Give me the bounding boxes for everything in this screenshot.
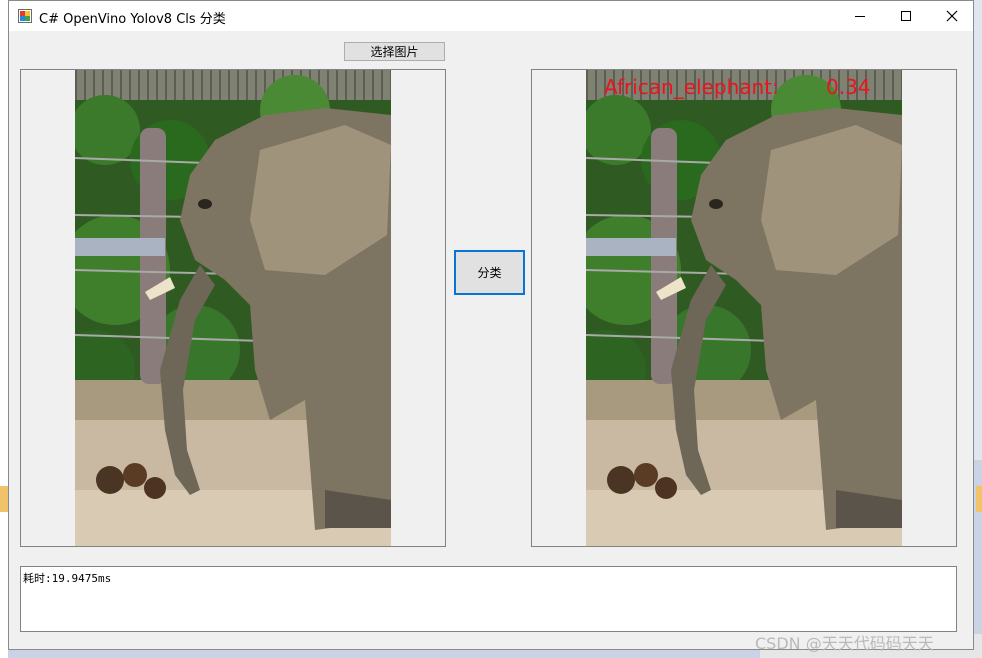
prediction-score: 0.34 [826, 75, 871, 99]
app-icon [18, 9, 32, 23]
background-editor-edge [0, 0, 8, 658]
select-image-button[interactable]: 选择图片 [344, 42, 445, 61]
elephant-result-photo: African_elephant: 0.34 [586, 70, 902, 546]
background-highlight-left [0, 486, 8, 512]
watermark: CSDN @天天代码码天天 [755, 634, 934, 653]
output-textbox[interactable]: 耗时:19.9475ms [20, 566, 957, 632]
background-highlight-right [976, 486, 982, 512]
elephant-photo [75, 70, 391, 546]
classify-button[interactable]: 分类 [454, 250, 525, 295]
window-title: C# OpenVino Yolov8 Cls 分类 [39, 12, 226, 27]
prediction-label: African_elephant: [604, 75, 779, 99]
maximize-icon [901, 11, 911, 21]
minimize-button[interactable] [837, 1, 883, 31]
close-button[interactable] [929, 1, 975, 31]
original-image-box [20, 69, 446, 547]
app-window: C# OpenVino Yolov8 Cls 分类 选择图片 分类 Africa… [8, 0, 974, 650]
close-icon [946, 10, 958, 22]
elapsed-time-text: 耗时:19.9475ms [23, 572, 112, 585]
title-bar[interactable]: C# OpenVino Yolov8 Cls 分类 [9, 1, 973, 31]
maximize-button[interactable] [883, 1, 929, 31]
result-image-box: African_elephant: 0.34 [531, 69, 957, 547]
minimize-icon [855, 16, 865, 17]
